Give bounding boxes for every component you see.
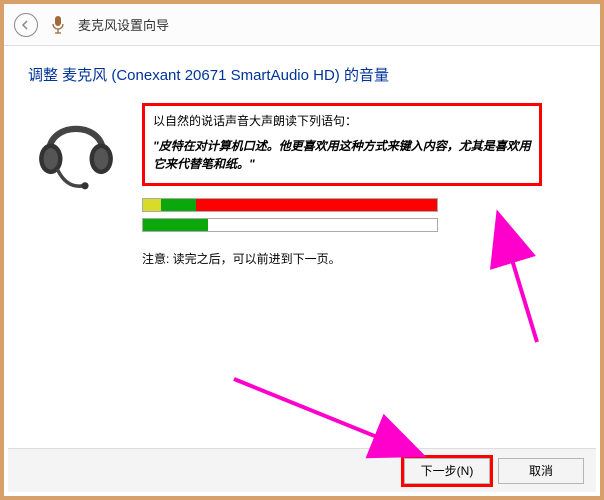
bar1-seg-red	[196, 199, 437, 211]
window-title: 麦克风设置向导	[78, 15, 169, 34]
titlebar: 麦克风设置向导	[4, 4, 600, 46]
reading-quote: "皮特在对计算机口述。他更喜欢用这种方式来键入内容，尤其是喜欢用它来代替笔和纸。…	[153, 137, 531, 173]
bar1-seg-green	[161, 199, 196, 211]
bar2-seg-green	[143, 219, 208, 231]
back-button[interactable]	[14, 13, 38, 37]
volume-bar-2	[142, 218, 438, 232]
instruction-box: 以自然的说话声音大声朗读下列语句： "皮特在对计算机口述。他更喜欢用这种方式来键…	[142, 103, 542, 186]
dialog-buttons: 下一步(N) 取消	[8, 448, 596, 492]
headset-image	[28, 103, 124, 193]
page-heading: 调整 麦克风 (Conexant 20671 SmartAudio HD) 的音…	[28, 64, 576, 85]
microphone-icon	[48, 15, 68, 35]
note-text: 注意: 读完之后，可以前进到下一页。	[142, 250, 576, 267]
instruction-text: 以自然的说话声音大声朗读下列语句：	[153, 112, 531, 129]
volume-bar-1	[142, 198, 438, 212]
cancel-button[interactable]: 取消	[498, 458, 584, 484]
volume-meters	[142, 198, 438, 232]
bar1-seg-yellow	[143, 199, 161, 211]
next-button[interactable]: 下一步(N)	[404, 458, 490, 484]
arrow-left-icon	[20, 19, 32, 31]
